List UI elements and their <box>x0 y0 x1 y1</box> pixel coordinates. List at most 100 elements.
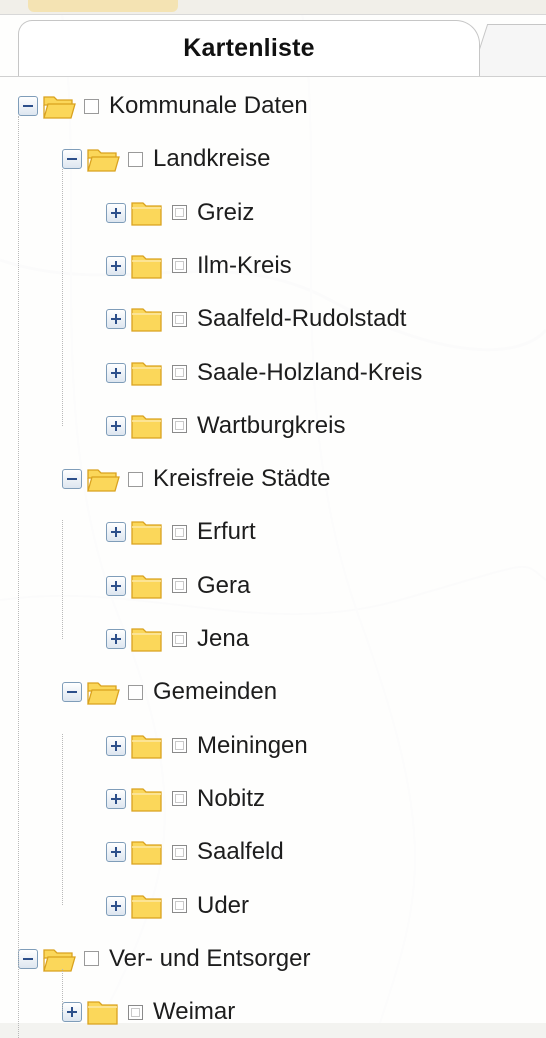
folder-icon <box>131 841 162 865</box>
expand-icon[interactable] <box>106 895 126 916</box>
tree-node-gera[interactable]: Gera <box>106 560 250 612</box>
expand-icon[interactable] <box>106 842 126 863</box>
tree-node-jena[interactable]: Jena <box>106 613 249 665</box>
tree-connector <box>62 968 63 1013</box>
tree-node-label: Kommunale Daten <box>109 92 308 119</box>
folder-icon <box>131 788 162 812</box>
tree-node-ilm-kreis[interactable]: Ilm-Kreis <box>106 240 292 292</box>
folder-open-icon <box>87 149 120 172</box>
tree-node-gemeinden[interactable]: Gemeinden <box>62 666 277 718</box>
folder-icon <box>131 521 162 546</box>
tree-node-saalfeld-rudolstadt[interactable]: Saalfeld-Rudolstadt <box>106 293 406 345</box>
tree-node-label: Nobitz <box>197 784 266 812</box>
collapse-icon[interactable] <box>62 469 82 490</box>
tree-node-label: Uder <box>197 891 250 919</box>
expand-icon[interactable] <box>106 415 126 436</box>
tree-connector <box>18 116 19 1038</box>
layer-checkbox[interactable] <box>172 791 187 807</box>
layer-checkbox[interactable] <box>172 844 187 860</box>
layer-checkbox[interactable] <box>128 1004 143 1020</box>
layer-checkbox[interactable] <box>128 471 143 487</box>
tree-node-wartburgkreis[interactable]: Wartburgkreis <box>106 400 345 452</box>
tree-node-uder[interactable]: Uder <box>106 880 249 932</box>
tab-secondary[interactable] <box>470 24 546 77</box>
tree-node-label: Jena <box>197 625 250 652</box>
expand-icon[interactable] <box>106 202 126 223</box>
expand-icon[interactable] <box>106 575 126 596</box>
collapse-icon[interactable] <box>18 96 38 116</box>
expand-icon[interactable] <box>106 362 126 383</box>
layer-checkbox[interactable] <box>84 951 99 967</box>
tree-node-label: Greiz <box>197 198 255 226</box>
tab-title: Kartenliste <box>183 34 315 62</box>
folder-icon <box>131 734 162 759</box>
folder-open-icon <box>87 469 120 492</box>
layer-checkbox[interactable] <box>172 631 187 647</box>
folder-icon <box>131 415 162 439</box>
tab-kartenliste[interactable]: Kartenliste <box>18 20 480 76</box>
folder-icon <box>131 361 162 386</box>
tree-node-label: Meiningen <box>197 731 308 759</box>
layer-checkbox[interactable] <box>172 738 187 754</box>
tree-node-label: Saale-Holzland-Kreis <box>197 358 423 386</box>
tree-node-weimar[interactable]: Weimar <box>62 986 235 1038</box>
expand-icon[interactable] <box>106 522 126 543</box>
layer-checkbox[interactable] <box>172 258 187 274</box>
tree-node-saalfeld[interactable]: Saalfeld <box>106 826 284 878</box>
tree-node-kreisfreie-staedte[interactable]: Kreisfreie Städte <box>62 453 330 505</box>
tree-node-label: Gera <box>197 571 251 599</box>
folder-icon <box>131 255 162 279</box>
layer-panel: Kartenliste Kommunale Daten Landkreise Gre… <box>0 0 546 1038</box>
layer-checkbox[interactable] <box>172 524 187 540</box>
top-strip <box>0 0 546 15</box>
tree-node-label: Erfurt <box>197 518 256 546</box>
layer-checkbox[interactable] <box>172 418 187 434</box>
folder-open-icon <box>87 682 120 705</box>
tree-node-nobitz[interactable]: Nobitz <box>106 773 265 825</box>
expand-icon[interactable] <box>106 309 126 330</box>
collapse-icon[interactable] <box>62 149 82 170</box>
layer-checkbox[interactable] <box>172 205 187 221</box>
expand-icon[interactable] <box>106 735 126 756</box>
tab-underline <box>0 76 546 77</box>
tree-node-meiningen[interactable]: Meiningen <box>106 720 308 772</box>
tree-node-label: Ilm-Kreis <box>197 251 292 279</box>
folder-icon <box>131 628 162 652</box>
expand-icon[interactable] <box>106 629 126 649</box>
layer-checkbox[interactable] <box>128 684 143 700</box>
tree-connector <box>62 520 63 639</box>
layer-checkbox[interactable] <box>172 311 187 327</box>
tree-node-label: Landkreise <box>153 145 271 173</box>
tree-node-saale-holzland-kreis[interactable]: Saale-Holzland-Kreis <box>106 347 422 399</box>
layer-checkbox[interactable] <box>84 98 99 114</box>
tree-connector <box>62 733 63 906</box>
folder-icon <box>131 894 162 919</box>
layer-checkbox[interactable] <box>172 578 187 594</box>
expand-icon[interactable] <box>106 788 126 809</box>
folder-icon <box>131 201 162 226</box>
expand-icon[interactable] <box>106 255 126 276</box>
tree-node-label: Kreisfreie Städte <box>153 465 331 493</box>
tree-node-label: Saalfeld-Rudolstadt <box>197 305 407 333</box>
folder-open-icon <box>43 96 76 119</box>
layer-checkbox[interactable] <box>128 151 143 167</box>
tree-connector <box>62 169 63 426</box>
expand-icon[interactable] <box>62 1002 82 1023</box>
folder-icon <box>131 308 162 332</box>
tree-node-label: Saalfeld <box>197 838 284 866</box>
tree-node-erfurt[interactable]: Erfurt <box>106 506 256 558</box>
tree-node-kommunale-daten[interactable]: Kommunale Daten <box>18 80 308 132</box>
collapse-icon[interactable] <box>18 948 38 969</box>
tree-node-label: Ver- und Entsorger <box>109 944 311 972</box>
folder-open-icon <box>43 949 76 972</box>
folder-icon <box>131 575 162 599</box>
tree-node-label: Gemeinden <box>153 678 278 706</box>
layer-checkbox[interactable] <box>172 898 187 913</box>
collapse-icon[interactable] <box>62 682 82 703</box>
layer-checkbox[interactable] <box>172 365 187 380</box>
tree-node-greiz[interactable]: Greiz <box>106 187 254 239</box>
tree-node-label: Weimar <box>153 998 236 1026</box>
tree-node-landkreise[interactable]: Landkreise <box>62 133 270 185</box>
tree-node-label: Wartburgkreis <box>197 411 346 439</box>
logo-fragment <box>28 0 178 12</box>
